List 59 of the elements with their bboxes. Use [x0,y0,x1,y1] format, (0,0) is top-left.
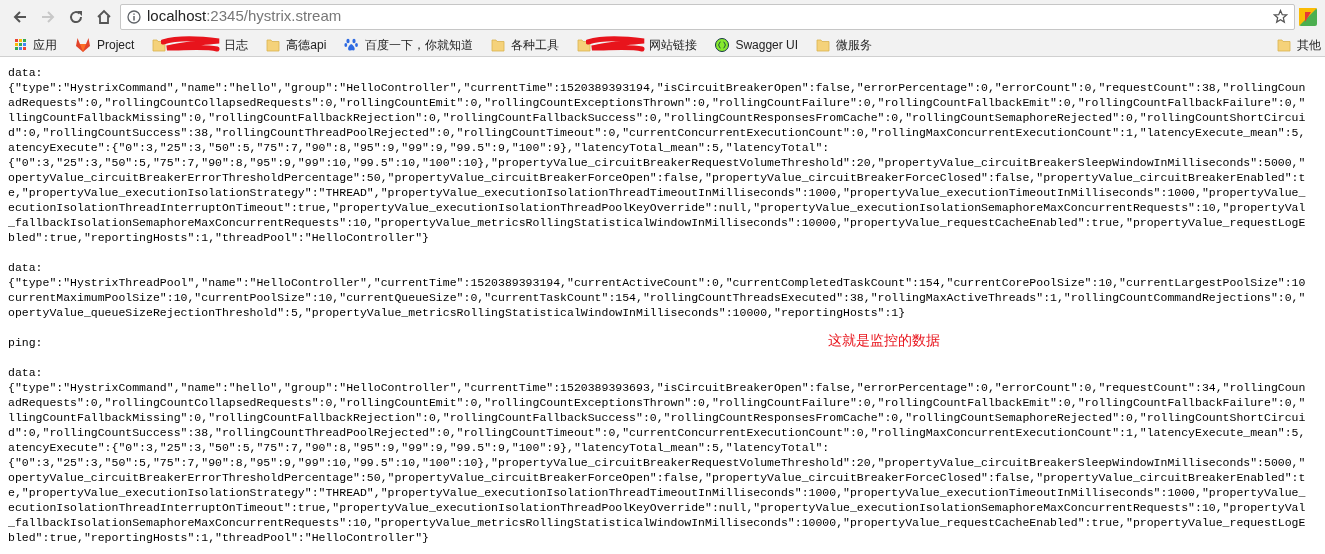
stream-line: adRequests":0,"rollingCountCollapsedRequests":0,"rollingCountEmit":0,"rollingCountExceptionsThrown":0,"rollingCountFailure":0,"rollingCountFallbackEmit":0,"rollingCountFallbackFailure":0," [8,395,1306,410]
back-arrow-icon [12,8,28,25]
bookmark-item[interactable]: Swagger UI [710,33,804,56]
bookmark-item[interactable]: 网站链接 [572,33,703,56]
stream-line: {"type":"HystrixCommand","name":"hello","group":"HelloController","currentTime":1520389393194,"isCircuitBreakerOpen":false,"errorPercentage":0,"errorCount":0,"requestCount":38,"rollingCoun [8,80,1306,95]
annotation-text: 这就是监控的数据 [828,331,940,350]
stream-line: data: [8,365,43,380]
reload-icon [68,8,84,25]
stream-line: atencyExecute":{"0":3,"25":3,"50":5,"75":7,"90":8,"95":9,"99":9,"99.5":9,"100":9},"latencyTotal_mean":5,"latencyTotal": [8,440,830,455]
stream-line: ping: [8,335,43,350]
stream-line: e,"propertyValue_executionIsolationStrategy":"THREAD","propertyValue_executionIsolationThreadTimeoutInMilliseconds":1000,"propertyValue_executionTimeoutInMilliseconds":1000,"propertyValue_ [8,185,1306,200]
bookmark-item[interactable]: 高德api [261,33,332,56]
url-text: localhost:2345/hystrix.stream [147,6,343,27]
folder-icon [266,37,281,52]
bookmark-item[interactable]: 百度一下，你就知道 [339,33,479,56]
bookmark-item[interactable]: 日志 [147,33,254,56]
info-icon [127,9,141,24]
stream-line: {"0":3,"25":3,"50":5,"75":7,"90":8,"95":9,"99":10,"99.5":10,"100":10},"propertyValue_circuitBreakerRequestVolumeThreshold":20,"propertyValue_circuitBreakerSleepWindowInMilliseconds":5000," [8,155,1306,170]
stream-line: _fallbackIsolationSemaphoreMaxConcurrentRequests":10,"propertyValue_metricsRollingStatisticalWindowInMilliseconds":10000,"propertyValue_requestCacheEnabled":true,"propertyValue_requestLogE [8,215,1306,230]
stream-line: ecutionIsolationThreadInterruptOnTimeout":true,"propertyValue_executionIsolationThreadPoolKeyOverride":null,"propertyValue_executionIsolationSemaphoreMaxConcurrentRequests":10,"propertyVal [8,500,1306,515]
paw-icon [344,37,360,52]
star-icon[interactable] [1273,9,1288,24]
extension-icon[interactable] [1299,7,1317,26]
apps-grid-icon [15,38,27,51]
forward-arrow-icon [40,8,56,25]
stream-line: opertyValue_circuitBreakerErrorThresholdPercentage":50,"propertyValue_circuitBreakerForceOpen":false,"propertyValue_circuitBreakerForceClosed":false,"propertyValue_circuitBreakerEnabled":t [8,470,1306,485]
bookmark-item[interactable]: 微服务 [811,33,878,56]
stream-line: data: [8,65,43,80]
swagger-circle-icon [715,37,730,52]
stream-line: d":0,"rollingCountSuccess":38,"rollingCountThreadPoolRejected":0,"rollingCountTimeout":0,"currentConcurrentExecutionCount":0,"rollingMaxConcurrentExecutionCount":1,"latencyExecute_mean":5, [8,125,1306,140]
folder-icon [816,37,831,52]
folder-icon [491,37,506,52]
stream-line: _fallbackIsolationSemaphoreMaxConcurrentRequests":10,"propertyValue_metricsRollingStatisticalWindowInMilliseconds":10000,"propertyValue_requestCacheEnabled":true,"propertyValue_requestLogE [8,515,1306,530]
address-bar[interactable]: localhost:2345/hystrix.stream [120,3,1295,30]
stream-line: bled":true,"reportingHosts":1,"threadPool":"HelloController"} [8,530,429,545]
folder-icon [1277,37,1291,52]
fox-head-icon [75,37,91,52]
stream-line: llingCountFallbackMissing":0,"rollingCountFallbackRejection":0,"rollingCountFallbackSuccess":0,"rollingCountResponsesFromCache":0,"rollingCountSemaphoreRejected":0,"rollingCountShortCircui [8,110,1306,125]
stream-line: data: [8,260,43,275]
stream-line: bled":true,"reportingHosts":1,"threadPool":"HelloController"} [8,230,429,245]
folder-icon [152,37,167,52]
stream-line: {"type":"HystrixCommand","name":"hello","group":"HelloController","currentTime":1520389393693,"isCircuitBreakerOpen":false,"errorPercentage":0,"errorCount":0,"requestCount":34,"rollingCoun [8,380,1306,395]
bookmark-item[interactable]: 各种工具 [486,33,565,56]
stream-line: d":0,"rollingCountSuccess":38,"rollingCountThreadPoolRejected":0,"rollingCountTimeout":0,"currentConcurrentExecutionCount":0,"rollingMaxConcurrentExecutionCount":1,"latencyExecute_mean":5, [8,425,1306,440]
stream-line: llingCountFallbackMissing":0,"rollingCountFallbackRejection":0,"rollingCountFallbackSuccess":0,"rollingCountResponsesFromCache":0,"rollingCountSemaphoreRejected":0,"rollingCountShortCircui [8,410,1306,425]
stream-line: opertyValue_circuitBreakerErrorThresholdPercentage":50,"propertyValue_circuitBreakerForceOpen":false,"propertyValue_circuitBreakerForceClosed":false,"propertyValue_circuitBreakerEnabled":t [8,170,1306,185]
stream-line: currentMaximumPoolSize":10,"currentPoolSize":10,"currentQueueSize":0,"currentTaskCount":154,"rollingCountThreadsExecuted":38,"rollingMaxActiveThreads":1,"rollingCountCommandRejections":0," [8,290,1306,305]
stream-line: adRequests":0,"rollingCountCollapsedRequests":0,"rollingCountEmit":0,"rollingCountExceptionsThrown":0,"rollingCountFailure":0,"rollingCountFallbackEmit":0,"rollingCountFallbackFailure":0," [8,95,1306,110]
stream-line: {"0":3,"25":3,"50":5,"75":7,"90":8,"95":9,"99":10,"99.5":10,"100":10},"propertyValue_circuitBreakerRequestVolumeThreshold":20,"propertyValue_circuitBreakerSleepWindowInMilliseconds":5000," [8,455,1306,470]
bookmark-item[interactable]: 应用 [10,33,62,56]
bookmark-item[interactable]: Project [70,33,140,56]
folder-icon [577,37,592,52]
stream-line: e,"propertyValue_executionIsolationStrategy":"THREAD","propertyValue_executionIsolationThreadTimeoutInMilliseconds":1000,"propertyValue_executionTimeoutInMilliseconds":1000,"propertyValue_ [8,485,1306,500]
other-bookmarks[interactable]: 其他 [1272,33,1321,56]
stream-line: opertyValue_queueSizeRejectionThreshold":5,"propertyValue_metricsRollingStatisticalWindowInMilliseconds":10000,"reportingHosts":1} [8,305,906,320]
home-icon [96,8,112,25]
stream-line: atencyExecute":{"0":3,"25":3,"50":5,"75":7,"90":8,"95":9,"99":9,"99.5":9,"100":9},"latencyTotal_mean":5,"latencyTotal": [8,140,830,155]
stream-line: {"type":"HystrixThreadPool","name":"HelloController","currentTime":1520389393194,"currentActiveCount":0,"currentCompletedTaskCount":154,"currentCorePoolSize":10,"currentLargestPoolSize":10 [8,275,1306,290]
stream-line: ecutionIsolationThreadInterruptOnTimeout":true,"propertyValue_executionIsolationThreadPoolKeyOverride":null,"propertyValue_executionIsolationSemaphoreMaxConcurrentRequests":10,"propertyVal [8,200,1306,215]
